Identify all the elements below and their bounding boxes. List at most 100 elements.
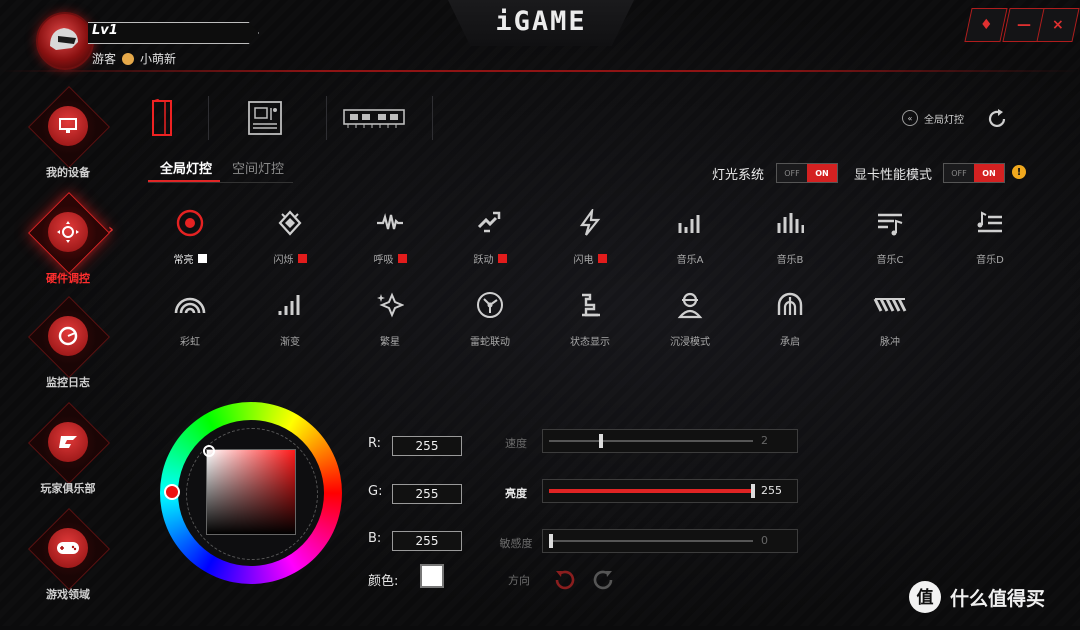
color-swatch-indicator — [497, 254, 507, 263]
nav-game-zone[interactable]: 游戏领域 — [26, 507, 111, 630]
user-info: 游客 小萌新 — [92, 50, 176, 67]
gauge-icon — [48, 316, 88, 356]
effect-rainbow[interactable]: 彩虹 — [155, 285, 225, 355]
skin-button[interactable]: ♦ — [964, 8, 1008, 42]
toggle-on-label: ON — [974, 164, 1004, 182]
slider-thumb[interactable] — [599, 434, 603, 448]
pc-case-icon — [152, 99, 172, 136]
effect-stars[interactable]: 繁星 — [355, 285, 425, 355]
warning-icon[interactable]: ! — [1012, 165, 1026, 179]
effect-static[interactable]: 常亮 — [155, 203, 225, 273]
immersive-icon — [677, 292, 703, 319]
mode-tabs: 全局灯控 空间灯控 — [148, 152, 293, 183]
speed-slider[interactable]: 2 — [542, 429, 798, 453]
speed-label: 速度 — [505, 437, 527, 450]
toggle-off-label: OFF — [784, 168, 800, 178]
saturation-value-picker[interactable] — [206, 449, 296, 535]
helmet-icon — [50, 28, 78, 50]
motherboard-icon — [248, 101, 282, 135]
sensitivity-label: 敏感度 — [499, 537, 533, 550]
color-label: 颜色: — [368, 574, 399, 589]
stars-icon — [377, 292, 404, 318]
effect-label: 音乐A — [676, 255, 704, 266]
effect-label: 状态显示 — [570, 337, 610, 348]
effect-label: 呼吸 — [355, 251, 425, 266]
effect-music-d[interactable]: 音乐D — [955, 203, 1025, 273]
effect-breath[interactable]: 呼吸 — [355, 203, 425, 273]
nav-label: 监控日志 — [46, 376, 90, 389]
color-swatch[interactable] — [420, 564, 444, 588]
effect-pulse[interactable]: 脉冲 — [855, 285, 925, 355]
effect-label: 繁星 — [380, 337, 400, 348]
global-light-control-button[interactable]: « 全局灯控 — [902, 110, 964, 126]
app-logo: iGAME — [495, 6, 587, 37]
g-input[interactable]: 255 — [392, 484, 462, 504]
pulse-wave-icon — [377, 213, 403, 230]
device-tab-memory[interactable] — [340, 96, 408, 140]
device-tab-pc-case[interactable] — [140, 96, 184, 140]
effect-jump[interactable]: 跃动 — [455, 203, 525, 273]
effect-music-a[interactable]: 音乐A — [655, 203, 725, 273]
effect-immersive[interactable]: 沉浸模式 — [655, 285, 725, 355]
color-swatch-indicator — [597, 254, 607, 263]
direction-cw-button[interactable] — [592, 568, 616, 596]
sv-picker-handle[interactable] — [203, 445, 215, 457]
effect-music-b[interactable]: 音乐B — [755, 203, 825, 273]
b-input[interactable]: 255 — [392, 531, 462, 551]
level-text: Lv1 — [92, 23, 118, 38]
effect-label: 脉冲 — [880, 337, 900, 348]
slider-thumb[interactable] — [751, 484, 755, 498]
brightness-slider[interactable]: 255 — [542, 479, 798, 503]
brightness-label: 亮度 — [505, 487, 527, 500]
nav-label: 玩家俱乐部 — [40, 482, 96, 495]
effect-lightning[interactable]: 闪电 — [555, 203, 625, 273]
brightness-value: 255 — [761, 484, 782, 497]
title-divider — [0, 70, 1080, 72]
sensitivity-slider[interactable]: 0 — [542, 529, 798, 553]
r-label: R: — [368, 436, 382, 451]
minimize-icon: — — [1017, 17, 1031, 33]
effect-label: 常亮 — [155, 251, 225, 266]
slider-fill — [549, 489, 753, 493]
hue-picker-handle[interactable] — [164, 484, 180, 500]
bulb-icon — [122, 52, 135, 65]
effect-arch[interactable]: 承启 — [755, 285, 825, 355]
effect-label: 音乐B — [776, 255, 804, 266]
direction-label: 方向 — [508, 574, 530, 587]
effect-razer-sync[interactable]: 雷蛇联动 — [455, 285, 525, 355]
light-system-toggle[interactable]: OFF ON — [776, 163, 838, 183]
effect-music-c[interactable]: 音乐C — [855, 203, 925, 273]
device-tab-motherboard[interactable] — [240, 96, 290, 140]
r-input[interactable]: 255 — [392, 436, 462, 456]
gpu-perf-toggle[interactable]: OFF ON — [943, 163, 1005, 183]
close-button[interactable]: × — [1036, 8, 1080, 42]
slider-track — [549, 434, 753, 448]
jump-icon — [477, 211, 501, 233]
tab-separator — [432, 96, 433, 140]
target-icon — [176, 209, 204, 237]
slider-thumb[interactable] — [549, 534, 553, 548]
user-role: 游客 — [92, 52, 117, 66]
arch-icon — [777, 292, 803, 315]
tab-global-light[interactable]: 全局灯控 — [160, 158, 212, 177]
gradient-bars-icon — [278, 295, 300, 315]
direction-ccw-button[interactable] — [552, 568, 576, 596]
monitor-icon — [48, 106, 88, 146]
status-icon — [582, 293, 600, 317]
effect-label: 雷蛇联动 — [470, 337, 510, 348]
refresh-button[interactable] — [986, 108, 1008, 134]
razer-icon — [477, 292, 503, 318]
sensitivity-value: 0 — [761, 534, 768, 547]
watermark: 值 什么值得买 — [908, 580, 1045, 614]
rotate-cw-icon — [593, 570, 613, 590]
active-tab-indicator — [148, 180, 220, 182]
effect-status-display[interactable]: 状态显示 — [555, 285, 625, 355]
color-swatch-indicator — [297, 254, 307, 263]
effect-blink[interactable]: 闪烁 — [255, 203, 325, 273]
effect-gradient[interactable]: 渐变 — [255, 285, 325, 355]
effect-label: 跃动 — [455, 251, 525, 266]
skin-icon: ♦ — [979, 17, 993, 33]
tab-space-light[interactable]: 空间灯控 — [232, 158, 284, 177]
user-avatar[interactable] — [36, 12, 94, 70]
slider-track — [549, 484, 755, 498]
